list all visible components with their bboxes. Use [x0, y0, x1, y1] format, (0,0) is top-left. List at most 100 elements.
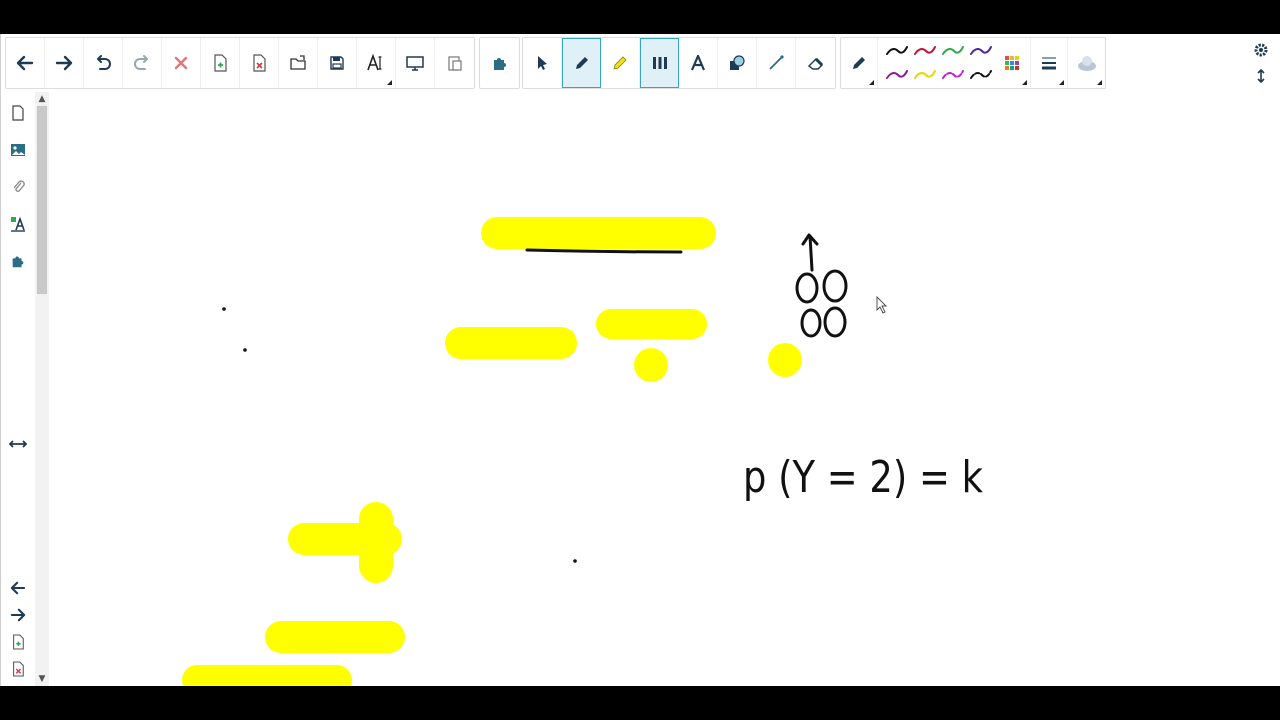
dropdown-corner-icon [869, 80, 875, 85]
dropdown-corner-icon [387, 80, 392, 85]
clear-button[interactable] [162, 38, 201, 88]
line-width-icon [1042, 57, 1057, 70]
delete-page-button[interactable] [240, 38, 279, 88]
save-button[interactable] [318, 38, 357, 88]
shapes-tool-button[interactable] [718, 38, 757, 88]
add-page-icon [13, 633, 24, 650]
dropdown-corner-icon [1059, 80, 1065, 85]
extras-button[interactable] [480, 38, 519, 88]
delete-icon [174, 56, 188, 70]
pen-stroke-icon [914, 70, 937, 79]
expand-vertical-icon[interactable] [1255, 68, 1267, 84]
redo-icon [134, 55, 148, 70]
pointer-tool-button[interactable] [523, 38, 562, 88]
previous-page-button[interactable] [1, 574, 35, 601]
back-button[interactable] [6, 38, 45, 88]
clipboard-icon [447, 56, 462, 71]
horizontal-resize-icon [8, 439, 28, 448]
ink-arrow [801, 233, 819, 272]
sidebar-attachment-button[interactable] [1, 168, 35, 205]
sidebar-extras-button[interactable] [1, 242, 35, 279]
pen-color-swatch[interactable] [964, 63, 998, 87]
tools-toolbar-group [522, 37, 836, 89]
scrollbar-thumb[interactable] [37, 106, 47, 294]
pen-stroke-icon [914, 46, 937, 55]
screen-capture-button[interactable] [396, 38, 435, 88]
pen-colors-toolbar-group [840, 37, 1106, 89]
pen-icon [575, 57, 588, 69]
pen-color-swatch[interactable] [964, 39, 998, 63]
multi-pen-icon [652, 57, 667, 69]
shapes-icon [730, 55, 745, 70]
text-tool-button[interactable] [679, 38, 718, 88]
sidebar-bottom-controls [1, 574, 35, 682]
pen-stroke-icon [886, 70, 909, 79]
pen-settings-button[interactable] [841, 38, 879, 88]
font-icon [367, 54, 382, 71]
pen-settings-icon [853, 57, 865, 69]
pen-stroke-icon [942, 70, 965, 79]
paperclip-icon [13, 179, 25, 192]
background-button[interactable] [1068, 38, 1105, 88]
arrow-right-icon [10, 608, 26, 621]
page-icon [12, 104, 24, 121]
sidebar-resize-handle[interactable] [1, 425, 35, 462]
ink-circle [800, 308, 822, 338]
ink-dot [573, 559, 577, 563]
back-icon [16, 55, 34, 71]
sidebar-add-page-button[interactable] [1, 628, 35, 655]
color-grid-button[interactable] [994, 38, 1032, 88]
highlight-dot [768, 343, 802, 377]
add-page-icon [214, 54, 227, 72]
text-icon [690, 55, 706, 71]
sidebar-image-button[interactable] [1, 131, 35, 168]
delete-page-icon [253, 54, 266, 72]
forward-button[interactable] [45, 38, 84, 88]
highlight-dot [634, 348, 668, 382]
scroll-down-icon[interactable]: ▼ [37, 674, 47, 684]
next-page-button[interactable] [1, 601, 35, 628]
vertical-scrollbar[interactable]: ▲ ▼ [35, 92, 49, 686]
sidebar-delete-page-button[interactable] [1, 655, 35, 682]
whiteboard-app: ▲ ▼ p (Y = 2) = k [0, 34, 1280, 695]
sidebar-page-button[interactable] [1, 94, 35, 131]
redo-button[interactable] [123, 38, 162, 88]
pen-stroke-icon [970, 70, 993, 79]
cloud-icon [1077, 56, 1096, 71]
file-toolbar-group [5, 37, 475, 89]
ink-circle [823, 306, 847, 338]
undo-button[interactable] [84, 38, 123, 88]
gear-icon[interactable] [1253, 42, 1269, 58]
pen-color-palette [878, 38, 994, 88]
whiteboard-canvas[interactable]: p (Y = 2) = k [49, 92, 1280, 695]
paste-button[interactable] [435, 38, 474, 88]
sidebar-text-style-button[interactable] [1, 205, 35, 242]
pen-tool-button[interactable] [562, 38, 601, 88]
line-icon [769, 55, 784, 70]
line-width-button[interactable] [1031, 38, 1069, 88]
undo-icon [97, 55, 111, 70]
eraser-tool-button[interactable] [796, 38, 835, 88]
main-toolbar [1, 34, 1280, 93]
left-sidebar [1, 92, 35, 686]
font-settings-button[interactable] [357, 38, 396, 88]
multi-pen-tool-button[interactable] [640, 38, 679, 88]
open-button[interactable] [279, 38, 318, 88]
arrow-left-icon [10, 581, 26, 594]
scroll-up-icon[interactable]: ▲ [37, 94, 47, 104]
delete-page-icon [13, 660, 24, 677]
highlighter-icon [613, 56, 627, 70]
canvas-drawing-layer: p (Y = 2) = k [182, 217, 983, 695]
pen-stroke-icon [970, 46, 993, 55]
video-letterbox-bottom [0, 686, 1280, 720]
highlighter-tool-button[interactable] [601, 38, 640, 88]
ink-circle [822, 269, 848, 303]
add-page-button[interactable] [201, 38, 240, 88]
text-style-icon [11, 216, 25, 232]
eraser-icon [807, 57, 823, 70]
line-tool-button[interactable] [757, 38, 796, 88]
pen-stroke-icon [942, 46, 965, 55]
mouse-cursor-icon [876, 295, 888, 314]
screen-icon [406, 56, 424, 71]
puzzle-icon [493, 58, 506, 70]
